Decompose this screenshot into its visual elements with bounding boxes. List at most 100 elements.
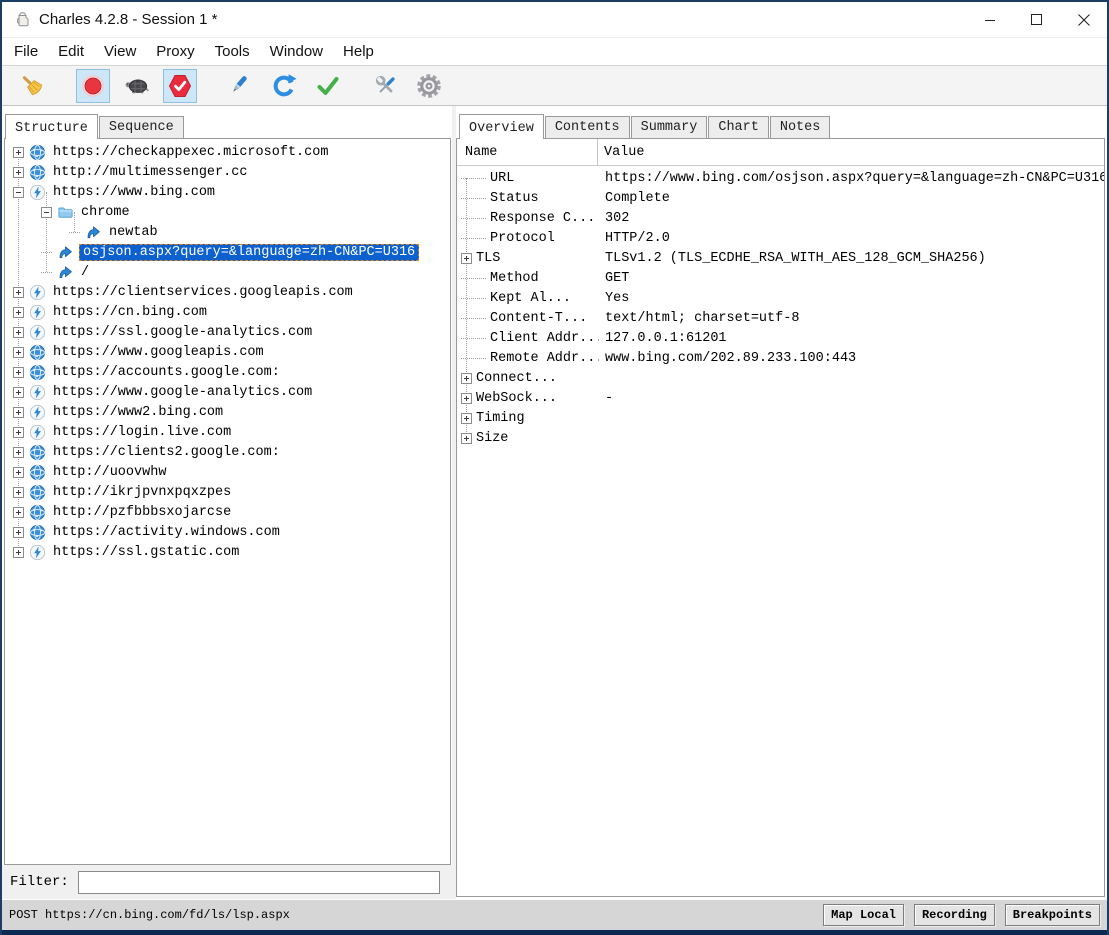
tree-expand-plus-box[interactable]	[13, 527, 24, 538]
menu-window[interactable]: Window	[260, 40, 333, 63]
menu-proxy[interactable]: Proxy	[146, 40, 204, 63]
tree-row[interactable]: https://cn.bing.com	[5, 302, 450, 322]
tree-expand-minus-box[interactable]	[13, 187, 24, 198]
tree-row[interactable]: http://multimessenger.cc	[5, 162, 450, 182]
tree-expand-plus-box[interactable]	[13, 507, 24, 518]
tree-row[interactable]: https://www.google-analytics.com	[5, 382, 450, 402]
tree-expand-plus-box[interactable]	[13, 147, 24, 158]
record-toggle-button[interactable]	[76, 69, 110, 103]
map-local-button[interactable]: Map Local	[823, 904, 904, 926]
settings-button[interactable]	[412, 69, 446, 103]
tree-expand-plus-box[interactable]	[13, 487, 24, 498]
row-connector-stub	[461, 218, 486, 219]
left-tab-sequence[interactable]: Sequence	[99, 116, 184, 138]
menu-tools[interactable]: Tools	[205, 40, 260, 63]
menu-file[interactable]: File	[4, 40, 48, 63]
tree-expand-plus-box[interactable]	[13, 367, 24, 378]
overview-row[interactable]: TLS TLSv1.2 (TLS_ECDHE_RSA_WITH_AES_128_…	[457, 248, 1104, 268]
tree-row[interactable]: http://pzfbbbsxojarcse	[5, 502, 450, 522]
compose-button[interactable]	[221, 69, 255, 103]
right-tab-summary[interactable]: Summary	[631, 116, 708, 138]
breakpoints-toggle-button[interactable]	[163, 69, 197, 103]
check-icon	[314, 72, 342, 100]
column-header-name[interactable]: Name	[457, 139, 597, 165]
row-expand-plus-box[interactable]	[461, 373, 472, 384]
close-button[interactable]	[1060, 2, 1107, 37]
tree-row[interactable]: https://login.live.com	[5, 422, 450, 442]
tree-row[interactable]: https://clients2.google.com:	[5, 442, 450, 462]
menu-edit[interactable]: Edit	[48, 40, 94, 63]
row-expand-plus-box[interactable]	[461, 253, 472, 264]
overview-row[interactable]: Remote Addr... www.bing.com/202.89.233.1…	[457, 348, 1104, 368]
overview-row[interactable]: Client Addr... 127.0.0.1:61201	[457, 328, 1104, 348]
filter-input[interactable]	[78, 871, 440, 894]
right-tab-overview[interactable]: Overview	[459, 114, 544, 139]
tree-row[interactable]: newtab	[5, 222, 450, 242]
row-expand-plus-box[interactable]	[461, 413, 472, 424]
tree-expand-plus-box[interactable]	[13, 307, 24, 318]
left-tab-structure[interactable]: Structure	[5, 114, 98, 139]
clear-session-button[interactable]	[16, 69, 50, 103]
overview-row[interactable]: Kept Al... Yes	[457, 288, 1104, 308]
recording-button[interactable]: Recording	[914, 904, 995, 926]
tree-expand-plus-box[interactable]	[13, 287, 24, 298]
breakpoints-button[interactable]: Breakpoints	[1005, 904, 1100, 926]
menu-view[interactable]: View	[94, 40, 146, 63]
overview-row[interactable]: Method GET	[457, 268, 1104, 288]
overview-row[interactable]: Connect...	[457, 368, 1104, 388]
tree-row-label: osjson.aspx?query=&language=zh-CN&PC=U31…	[79, 244, 419, 261]
throttle-toggle-button[interactable]	[120, 69, 154, 103]
tree-row[interactable]: https://clientservices.googleapis.com	[5, 282, 450, 302]
column-header-value[interactable]: Value	[597, 139, 1104, 165]
tree-expand-plus-box[interactable]	[13, 407, 24, 418]
tree-row[interactable]: https://checkappexec.microsoft.com	[5, 142, 450, 162]
right-tab-chart[interactable]: Chart	[708, 116, 769, 138]
tree-row[interactable]: http://ikrjpvnxpqxzpes	[5, 482, 450, 502]
right-tab-contents[interactable]: Contents	[545, 116, 630, 138]
minimize-button[interactable]	[966, 2, 1013, 37]
tree-expand-plus-box[interactable]	[13, 447, 24, 458]
overview-row[interactable]: Status Complete	[457, 188, 1104, 208]
overview-row[interactable]: Protocol HTTP/2.0	[457, 228, 1104, 248]
refresh-icon	[270, 72, 298, 100]
tree-expand-plus-box[interactable]	[13, 327, 24, 338]
tree-row[interactable]: chrome	[5, 202, 450, 222]
overview-table-header: Name Value	[457, 139, 1104, 166]
menu-help[interactable]: Help	[333, 40, 384, 63]
tree-expand-plus-box[interactable]	[13, 547, 24, 558]
tools-button[interactable]	[369, 69, 403, 103]
tree-expand-plus-box[interactable]	[13, 167, 24, 178]
filter-bar: Filter:	[2, 865, 452, 899]
tree-row[interactable]: https://activity.windows.com	[5, 522, 450, 542]
tree-row[interactable]: https://accounts.google.com:	[5, 362, 450, 382]
overview-row[interactable]: URL https://www.bing.com/osjson.aspx?que…	[457, 168, 1104, 188]
row-expand-plus-box[interactable]	[461, 393, 472, 404]
repeat-button[interactable]	[267, 69, 301, 103]
tree-row[interactable]: https://ssl.google-analytics.com	[5, 322, 450, 342]
overview-row[interactable]: Size	[457, 428, 1104, 448]
broom-icon	[19, 72, 47, 100]
tree-row[interactable]: https://ssl.gstatic.com	[5, 542, 450, 562]
tree-expand-plus-box[interactable]	[13, 347, 24, 358]
tree-expand-minus-box[interactable]	[41, 207, 52, 218]
tree-row[interactable]: osjson.aspx?query=&language=zh-CN&PC=U31…	[5, 242, 450, 262]
tree-expand-plus-box[interactable]	[13, 387, 24, 398]
overview-row[interactable]: Content-T... text/html; charset=utf-8	[457, 308, 1104, 328]
toolbar	[2, 66, 1107, 106]
tree-row[interactable]: http://uoovwhw	[5, 462, 450, 482]
tree-row[interactable]: https://www2.bing.com	[5, 402, 450, 422]
right-tab-notes[interactable]: Notes	[770, 116, 831, 138]
tree-row[interactable]: https://www.googleapis.com	[5, 342, 450, 362]
overview-row[interactable]: Timing	[457, 408, 1104, 428]
tree-expand-plus-box[interactable]	[13, 467, 24, 478]
overview-row-value: TLSv1.2 (TLS_ECDHE_RSA_WITH_AES_128_GCM_…	[599, 251, 1104, 266]
validate-button[interactable]	[311, 69, 345, 103]
row-expand-plus-box[interactable]	[461, 433, 472, 444]
maximize-button[interactable]	[1013, 2, 1060, 37]
overview-row[interactable]: Response C... 302	[457, 208, 1104, 228]
tree-row[interactable]: /	[5, 262, 450, 282]
overview-row[interactable]: WebSock... -	[457, 388, 1104, 408]
overview-row-name: Remote Addr...	[490, 351, 599, 366]
tree-row[interactable]: https://www.bing.com	[5, 182, 450, 202]
tree-expand-plus-box[interactable]	[13, 427, 24, 438]
